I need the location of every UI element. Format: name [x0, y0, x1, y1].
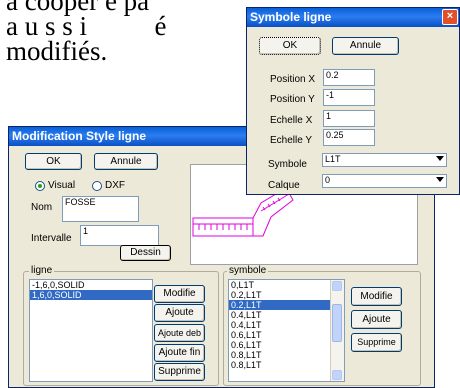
list-item[interactable]: 0.8,L1T	[229, 360, 344, 370]
calque-select[interactable]: 0	[322, 174, 447, 188]
symbole-select-value: L1T	[325, 154, 341, 164]
radio-visual-label: Visual	[48, 180, 76, 191]
list-item[interactable]: 0.6,L1T	[229, 330, 344, 340]
chevron-down-icon[interactable]	[436, 177, 444, 182]
position-x-field[interactable]: 0.2	[323, 69, 375, 86]
nom-label: Nom	[31, 202, 53, 213]
symbole-scrollbar[interactable]	[330, 280, 344, 381]
calque-label: Calque	[268, 180, 300, 191]
list-item[interactable]: 0.6,L1T	[229, 340, 344, 350]
list-item[interactable]: 0.2,L1T	[229, 290, 344, 300]
intervalle-label: Intervalle	[31, 233, 72, 244]
position-x-label: Position X	[270, 74, 316, 85]
symbole-group-title: symbole	[227, 265, 269, 276]
intervalle-field[interactable]: 1	[80, 225, 159, 246]
symbol-cancel-button[interactable]: Annule	[332, 37, 399, 55]
list-item[interactable]: 0.4,L1T	[229, 320, 344, 330]
list-item[interactable]: 1,6,0,SOLID	[30, 290, 152, 300]
dessin-button[interactable]: Dessin	[120, 245, 171, 261]
symbole-supprime-button[interactable]: Supprime	[351, 333, 402, 352]
list-item[interactable]: 0.4,L1T	[229, 310, 344, 320]
ligne-ajoute-deb-button[interactable]: Ajoute deb	[154, 324, 205, 342]
cancel-button[interactable]: Annule	[94, 153, 158, 170]
nom-field[interactable]: FOSSE	[62, 196, 139, 222]
symbole-ajoute-button[interactable]: Ajoute	[351, 310, 402, 329]
symbol-line-dialog: Symbole ligne × OK Annule Position X 0.2…	[246, 7, 460, 195]
symbole-list[interactable]: 0,L1T 0.2,L1T 0.2,L1T 0.4,L1T 0.4,L1T 0.…	[228, 279, 345, 382]
doc-text-line-3: modifiés.	[6, 36, 108, 66]
ligne-supprime-button[interactable]: Supprime	[154, 363, 205, 381]
position-y-label: Position Y	[270, 94, 315, 105]
radio-dxf[interactable]	[92, 181, 102, 191]
echelle-y-field[interactable]: 0.25	[323, 129, 375, 146]
calque-select-value: 0	[325, 175, 331, 185]
symbol-dialog-title: Symbole ligne	[247, 8, 459, 27]
list-item[interactable]: 0.2,L1T	[229, 300, 331, 310]
symbole-modifie-button[interactable]: Modifie	[351, 287, 402, 306]
scroll-up-arrow-icon[interactable]	[332, 281, 342, 291]
list-item[interactable]: 0.8,L1T	[229, 350, 344, 360]
position-y-field[interactable]: -1	[323, 89, 375, 106]
symbole-select[interactable]: L1T	[322, 153, 447, 167]
chevron-down-icon[interactable]	[436, 156, 444, 161]
ligne-modifie-button[interactable]: Modifie	[154, 285, 205, 303]
list-item[interactable]: 0,L1T	[229, 280, 344, 290]
ok-button[interactable]: OK	[25, 153, 82, 170]
ligne-list[interactable]: -1,6,0,SOLID 1,6,0,SOLID	[29, 279, 153, 382]
symbole-label: Symbole	[268, 159, 307, 170]
list-item[interactable]: -1,6,0,SOLID	[30, 280, 152, 290]
ligne-ajoute-button[interactable]: Ajoute	[154, 304, 205, 322]
scroll-down-arrow-icon[interactable]	[332, 370, 342, 380]
echelle-y-label: Echelle Y	[270, 135, 313, 146]
scroll-thumb[interactable]	[332, 304, 342, 342]
radio-visual[interactable]	[35, 181, 45, 191]
symbol-ok-button[interactable]: OK	[259, 37, 321, 55]
echelle-x-field[interactable]: 1	[323, 110, 375, 127]
radio-dxf-label: DXF	[105, 180, 125, 191]
ligne-ajoute-fin-button[interactable]: Ajoute fin	[154, 344, 205, 362]
ligne-group-title: ligne	[29, 265, 55, 276]
close-icon[interactable]: ×	[442, 9, 458, 25]
echelle-x-label: Echelle X	[270, 115, 313, 126]
